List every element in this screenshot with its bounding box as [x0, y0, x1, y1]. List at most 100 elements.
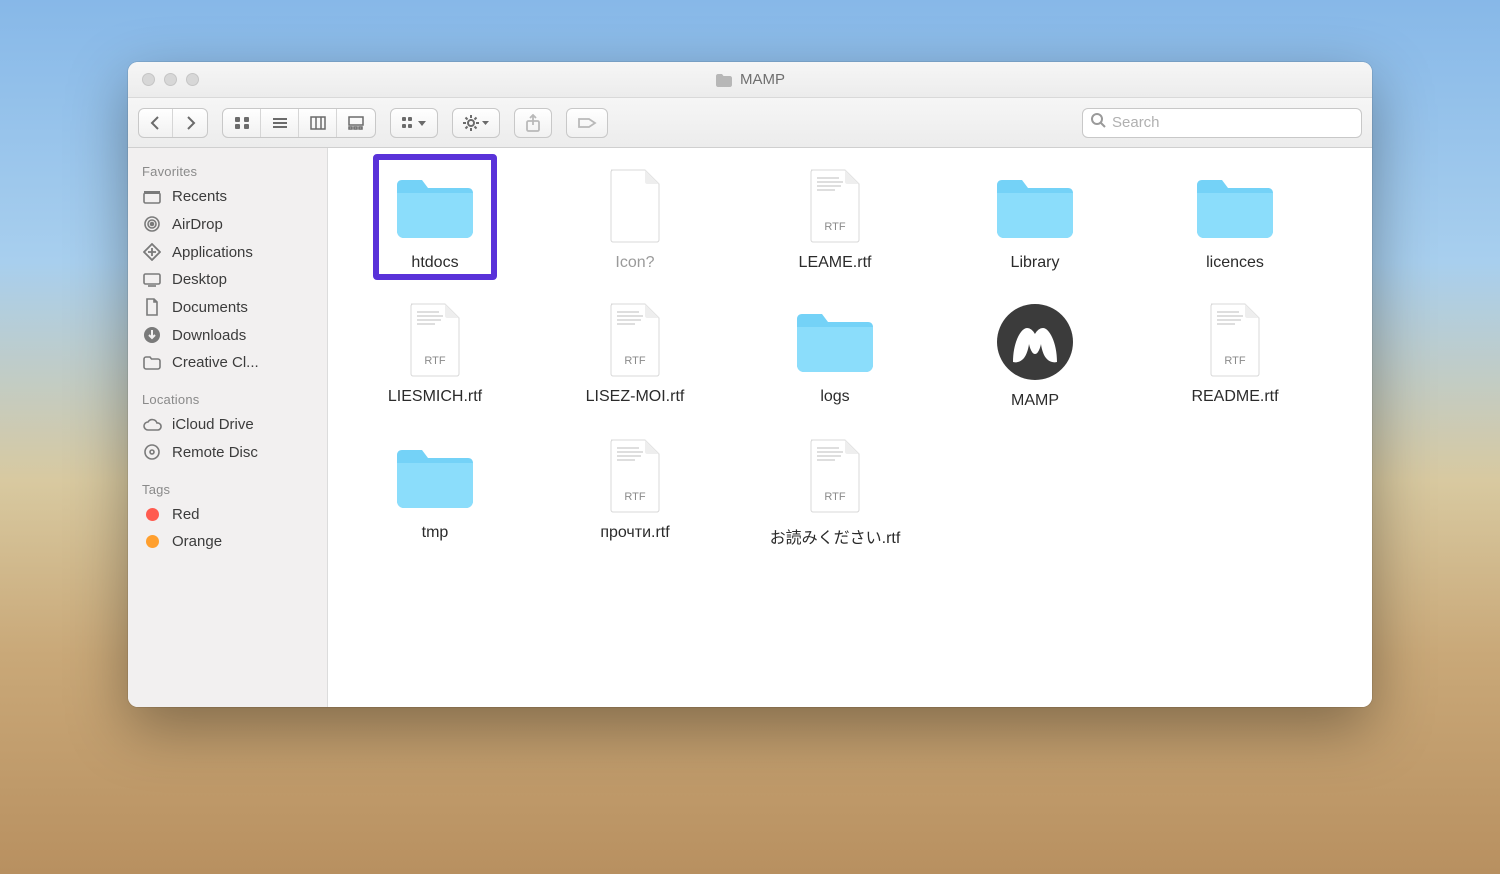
file-item[interactable]: RTF LEAME.rtf [750, 166, 920, 274]
sidebar-heading-tags: Tags [128, 476, 327, 501]
svg-text:RTF: RTF [824, 221, 845, 233]
window-title-text: MAMP [740, 71, 785, 88]
view-switcher [222, 108, 376, 138]
folder-icon [142, 356, 162, 370]
back-button[interactable] [139, 109, 173, 137]
desktop-background: MAMP [0, 0, 1500, 874]
file-label: MAMP [1011, 392, 1059, 410]
downloads-icon [142, 326, 162, 344]
file-label: README.rtf [1191, 388, 1278, 406]
sidebar-item-downloads[interactable]: Downloads [128, 321, 327, 349]
sidebar-item-label: Remote Disc [172, 444, 258, 461]
file-item[interactable]: htdocs [350, 166, 520, 274]
nav-buttons [138, 108, 208, 138]
file-label: Library [1011, 254, 1060, 272]
list-view-button[interactable] [261, 109, 299, 137]
applications-icon [142, 243, 162, 261]
selection-highlight: htdocs [373, 154, 497, 280]
search-icon [1091, 113, 1106, 133]
sidebar-item-documents[interactable]: Documents [128, 293, 327, 321]
sidebar-item-label: Downloads [172, 327, 246, 344]
svg-text:RTF: RTF [1224, 355, 1245, 367]
file-item[interactable]: Library [950, 166, 1120, 274]
tags-button[interactable] [566, 108, 608, 138]
folder-icon [785, 300, 885, 380]
file-label: logs [820, 388, 849, 406]
file-grid-area[interactable]: htdocs Icon? RTF LEAME.rtf Library licences RT… [328, 148, 1372, 707]
rtf-icon: RTF [785, 436, 885, 516]
rtf-icon: RTF [585, 436, 685, 516]
rtf-icon: RTF [385, 300, 485, 380]
file-grid: htdocs Icon? RTF LEAME.rtf Library licences RT… [350, 166, 1350, 548]
folder-icon [385, 166, 485, 246]
search-field[interactable] [1082, 108, 1362, 138]
file-label: licences [1206, 254, 1264, 272]
folder-icon [715, 73, 733, 87]
column-view-button[interactable] [299, 109, 337, 137]
sidebar-item-recents[interactable]: Recents [128, 183, 327, 210]
finder-window: MAMP [128, 62, 1372, 707]
sidebar-item-remote-disc[interactable]: Remote Disc [128, 438, 327, 466]
sidebar-item-label: Red [172, 506, 200, 523]
svg-text:RTF: RTF [624, 355, 645, 367]
file-item[interactable]: tmp [350, 436, 520, 548]
sidebar-item-airdrop[interactable]: AirDrop [128, 210, 327, 238]
folder-icon [385, 436, 485, 516]
sidebar-item-label: AirDrop [172, 216, 223, 233]
file-label: LEAME.rtf [799, 254, 872, 272]
svg-text:RTF: RTF [624, 491, 645, 503]
sidebar-heading-favorites: Favorites [128, 158, 327, 183]
file-item[interactable]: RTF README.rtf [1150, 300, 1320, 410]
file-item[interactable]: RTF прочти.rtf [550, 436, 720, 548]
sidebar-tag-red[interactable]: Red [128, 501, 327, 528]
file-label: Icon? [615, 254, 654, 272]
gear-icon [463, 115, 489, 131]
svg-text:RTF: RTF [824, 491, 845, 503]
sidebar-item-label: Desktop [172, 271, 227, 288]
rtf-icon: RTF [1185, 300, 1285, 380]
zoom-button[interactable] [186, 73, 199, 86]
file-item[interactable]: RTF LISEZ-MOI.rtf [550, 300, 720, 410]
sidebar-item-label: Applications [172, 244, 253, 261]
minimize-button[interactable] [164, 73, 177, 86]
sidebar-item-label: Documents [172, 299, 248, 316]
folder-icon [985, 166, 1085, 246]
sidebar-item-desktop[interactable]: Desktop [128, 266, 327, 293]
sidebar-item-icloud-drive[interactable]: iCloud Drive [128, 411, 327, 438]
tag-dot-icon [142, 508, 162, 521]
file-label: LIESMICH.rtf [388, 388, 482, 406]
icloud-icon [142, 418, 162, 432]
share-button[interactable] [514, 108, 552, 138]
window-title: MAMP [715, 71, 785, 88]
file-label: tmp [422, 524, 449, 542]
file-item[interactable]: Icon? [550, 166, 720, 274]
search-input[interactable] [1112, 114, 1353, 131]
forward-button[interactable] [173, 109, 207, 137]
action-button[interactable] [452, 108, 500, 138]
sidebar-heading-locations: Locations [128, 386, 327, 411]
airdrop-icon [142, 215, 162, 233]
sidebar-tag-orange[interactable]: Orange [128, 528, 327, 555]
sidebar-item-creative-cloud[interactable]: Creative Cl... [128, 349, 327, 376]
close-button[interactable] [142, 73, 155, 86]
sidebar-item-label: Recents [172, 188, 227, 205]
documents-icon [142, 298, 162, 316]
file-label: LISEZ-MOI.rtf [586, 388, 685, 406]
file-item[interactable]: RTFお読みください.rtf [750, 436, 920, 548]
gallery-view-button[interactable] [337, 109, 375, 137]
blank-icon [585, 166, 685, 246]
desktop-icon [142, 273, 162, 287]
file-label: прочти.rtf [600, 524, 669, 542]
file-label: htdocs [411, 254, 458, 272]
file-item[interactable]: RTF LIESMICH.rtf [350, 300, 520, 410]
icon-view-button[interactable] [223, 109, 261, 137]
file-item[interactable]: licences [1150, 166, 1320, 274]
window-body: Favorites Recents AirDrop Applications D… [128, 148, 1372, 707]
file-item[interactable]: MAMP [950, 300, 1120, 410]
titlebar: MAMP [128, 62, 1372, 98]
rtf-icon: RTF [585, 300, 685, 380]
disc-icon [142, 443, 162, 461]
file-item[interactable]: logs [750, 300, 920, 410]
sidebar-item-applications[interactable]: Applications [128, 238, 327, 266]
group-by-button[interactable] [390, 108, 438, 138]
